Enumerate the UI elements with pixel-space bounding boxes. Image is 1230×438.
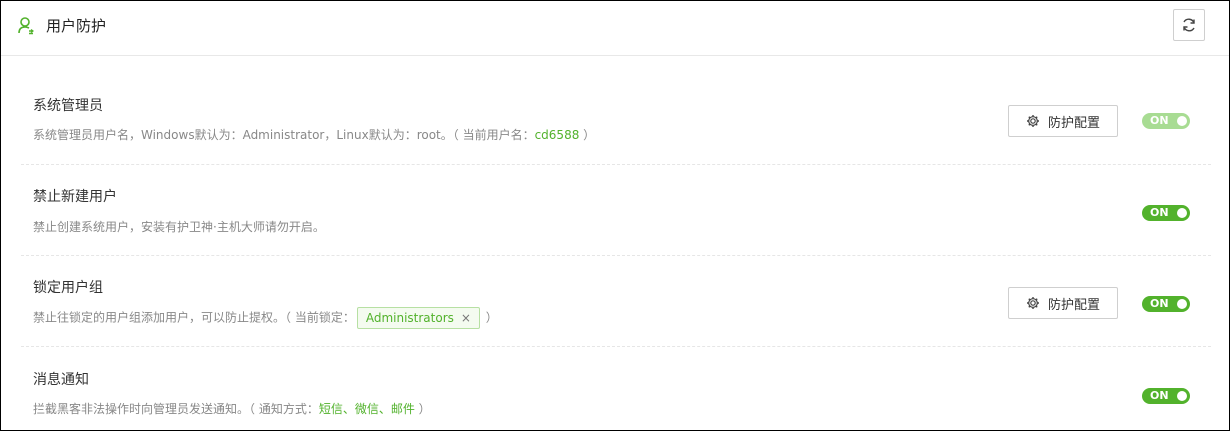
row-message-notification: 消息通知 拦截黑客非法操作时向管理员发送通知。（ 通知方式：短信、微信、邮件 ）… (21, 348, 1211, 438)
notify-methods[interactable]: 短信、微信、邮件 (319, 402, 415, 416)
row-description: 禁止往锁定的用户组添加用户，可以防止提权。（ 当前锁定： Administrato… (33, 307, 498, 329)
row-description: 拦截黑客非法操作时向管理员发送通知。（ 通知方式：短信、微信、邮件 ） (33, 402, 431, 416)
row-title: 消息通知 (33, 372, 89, 388)
refresh-icon (1183, 18, 1195, 32)
row-title: 系统管理员 (33, 98, 103, 114)
toggle-switch[interactable]: ON (1142, 205, 1190, 221)
toggle-switch[interactable]: ON (1142, 388, 1190, 404)
row-title: 禁止新建用户 (33, 189, 117, 205)
user-protection-panel: 用户防护 系统管理员 系统管理员用户名，Windows默认为：Administr… (0, 0, 1230, 431)
panel-header: 用户防护 (1, 1, 1229, 56)
row-system-admin: 系统管理员 系统管理员用户名，Windows默认为：Administrator，… (21, 75, 1211, 165)
toggle-switch[interactable]: ON (1142, 113, 1190, 129)
row-lock-user-group: 锁定用户组 禁止往锁定的用户组添加用户，可以防止提权。（ 当前锁定： Admini… (21, 257, 1211, 347)
gear-icon (1026, 115, 1039, 127)
row-description: 系统管理员用户名，Windows默认为：Administrator，Linux默… (33, 128, 596, 142)
page-title: 用户防护 (46, 17, 107, 35)
locked-group-tag: Administrators × (356, 307, 480, 329)
refresh-button[interactable] (1173, 9, 1205, 41)
current-username: cd6588 (534, 128, 580, 142)
protection-config-button[interactable]: 防护配置 (1008, 105, 1118, 137)
close-icon[interactable]: × (461, 311, 471, 325)
gear-icon (1026, 297, 1039, 309)
row-prevent-new-user: 禁止新建用户 禁止创建系统用户，安装有护卫神·主机大师请勿开启。 ON (21, 166, 1211, 256)
row-description: 禁止创建系统用户，安装有护卫神·主机大师请勿开启。 (33, 220, 325, 234)
row-title: 锁定用户组 (33, 280, 103, 296)
protection-config-button[interactable]: 防护配置 (1008, 287, 1118, 319)
toggle-switch[interactable]: ON (1142, 296, 1190, 312)
user-shield-icon (18, 17, 34, 35)
